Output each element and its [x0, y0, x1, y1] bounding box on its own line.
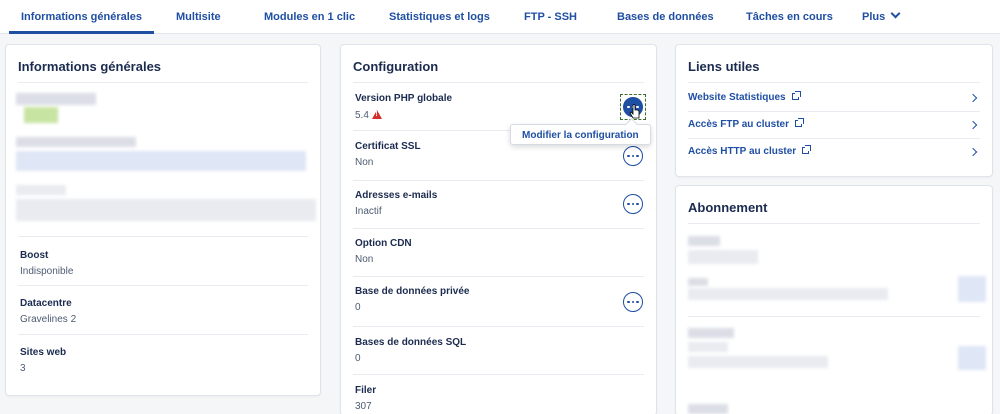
chevron-right-icon: [968, 93, 978, 103]
datacentre-label: Datacentre: [20, 298, 72, 309]
redacted-block: [24, 107, 58, 123]
link-ftp-cluster-label: Accès FTP au cluster: [688, 119, 789, 130]
php-version-value: 5.4: [355, 110, 369, 121]
redacted-block: [16, 93, 96, 105]
divider: [18, 285, 308, 286]
private-db-value: 0: [355, 302, 361, 313]
redacted-block: [688, 250, 758, 264]
redacted-block: [688, 288, 888, 300]
php-version-label: Version PHP globale: [355, 93, 453, 104]
ssl-value: Non: [355, 157, 374, 168]
tab-more-label: Plus: [862, 11, 886, 23]
tab-more[interactable]: Plus: [862, 0, 901, 34]
redacted-block: [16, 185, 66, 195]
tab-general-info[interactable]: Informations générales: [8, 0, 155, 34]
private-db-more-actions-button[interactable]: [623, 292, 643, 312]
divider: [18, 82, 308, 83]
redacted-block: [688, 278, 708, 286]
useful-links-title: Liens utiles: [688, 59, 760, 74]
tab-stats-logs[interactable]: Statistiques et logs: [389, 0, 490, 34]
redacted-block: [958, 276, 986, 302]
redacted-block: [688, 236, 720, 246]
divider: [18, 236, 308, 237]
divider: [353, 374, 644, 375]
tab-tasks[interactable]: Tâches en cours: [746, 0, 833, 34]
emails-value: Inactif: [355, 206, 382, 217]
link-website-stats[interactable]: Website Statistiques: [688, 85, 980, 111]
filer-value: 307: [355, 401, 372, 412]
tab-databases[interactable]: Bases de données: [617, 0, 714, 34]
divider: [688, 223, 980, 224]
divider: [353, 180, 644, 181]
redacted-block: [958, 346, 986, 370]
redacted-block: [688, 404, 728, 414]
cdn-value: Non: [355, 254, 374, 265]
redacted-block: [688, 356, 828, 368]
ssl-more-actions-button[interactable]: [623, 146, 643, 166]
ssl-label: Certificat SSL: [355, 141, 421, 152]
tab-ftp-ssh[interactable]: FTP - SSH: [524, 0, 577, 34]
datacentre-value: Gravelines 2: [20, 314, 77, 325]
tab-modules[interactable]: Modules en 1 clic: [264, 0, 355, 34]
useful-links-card: Liens utiles Website Statistiques Accès …: [675, 44, 993, 177]
divider: [18, 334, 308, 335]
private-db-label: Base de données privée: [355, 286, 470, 297]
emails-more-actions-button[interactable]: [623, 194, 643, 214]
external-link-icon: [802, 145, 812, 154]
link-website-stats-label: Website Statistiques: [688, 92, 786, 103]
divider: [353, 228, 644, 229]
filer-label: Filer: [355, 385, 377, 396]
configuration-title: Configuration: [353, 59, 439, 74]
sites-value: 3: [20, 363, 26, 374]
subscription-title: Abonnement: [688, 200, 768, 215]
tooltip-modify-configuration: Modifier la configuration: [510, 124, 651, 145]
sql-db-label: Bases de données SQL: [355, 337, 467, 348]
link-http-cluster[interactable]: Accès HTTP au cluster: [688, 139, 980, 165]
redacted-block: [688, 342, 728, 352]
chevron-right-icon: [968, 147, 978, 157]
boost-value: Indisponible: [20, 266, 74, 277]
subscription-card: Abonnement: [675, 185, 993, 414]
redacted-block: [16, 199, 316, 221]
sites-label: Sites web: [20, 347, 67, 358]
configuration-card: Configuration Version PHP globale 5.4 Ce…: [340, 44, 657, 414]
cdn-label: Option CDN: [355, 238, 412, 249]
general-info-card: Informations générales Boost Indisponibl…: [5, 44, 321, 396]
tab-bar: Informations générales Multisite Modules…: [0, 0, 1000, 34]
php-version-value-wrap: 5.4: [355, 109, 382, 121]
redacted-block: [16, 137, 136, 147]
link-ftp-cluster[interactable]: Accès FTP au cluster: [688, 112, 980, 138]
divider: [688, 82, 980, 83]
tab-multisite[interactable]: Multisite: [176, 0, 221, 34]
boost-label: Boost: [20, 250, 49, 261]
divider: [353, 276, 644, 277]
chevron-down-icon: [890, 8, 901, 19]
sql-db-value: 0: [355, 353, 361, 364]
divider: [353, 326, 644, 327]
external-link-icon: [791, 91, 801, 100]
redacted-block: [688, 328, 734, 338]
divider: [353, 82, 644, 83]
external-link-icon: [794, 118, 804, 127]
general-info-title: Informations générales: [18, 59, 162, 74]
link-http-cluster-label: Accès HTTP au cluster: [688, 146, 797, 157]
chevron-right-icon: [968, 120, 978, 130]
redacted-block: [16, 151, 306, 171]
emails-label: Adresses e-mails: [355, 190, 438, 201]
divider: [688, 316, 980, 317]
warning-icon: [371, 110, 382, 119]
